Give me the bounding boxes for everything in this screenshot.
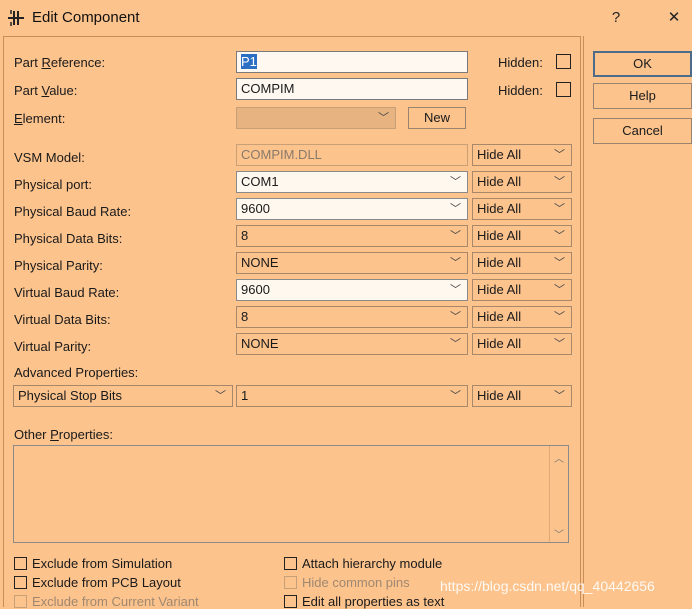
physical-port-hide-select[interactable]: Hide All ﹀	[472, 171, 572, 193]
exclude-pcb-checkbox[interactable]	[14, 576, 27, 589]
chevron-down-icon: ﹀	[554, 230, 565, 242]
chevron-down-icon: ﹀	[215, 390, 226, 402]
vsm-model-hide-select[interactable]: Hide All ﹀	[472, 144, 572, 166]
hide-common-pins-label: Hide common pins	[302, 575, 410, 590]
virtual-baud-rate-select[interactable]: 9600 ﹀	[236, 279, 468, 301]
physical-parity-hide-select[interactable]: Hide All ﹀	[472, 252, 572, 274]
part-reference-label: Part Reference:	[14, 55, 106, 70]
physical-baud-rate-label: Physical Baud Rate:	[14, 204, 132, 219]
part-value-hidden-label: Hidden:	[498, 83, 543, 98]
physical-parity-label: Physical Parity:	[14, 258, 103, 273]
virtual-data-bits-select[interactable]: 8 ﹀	[236, 306, 468, 328]
part-value-input[interactable]: COMPIM	[236, 78, 468, 100]
chevron-down-icon: ﹀	[554, 390, 565, 402]
chevron-down-icon: ﹀	[450, 390, 461, 402]
component-icon	[8, 10, 24, 26]
attach-hierarchy-label: Attach hierarchy module	[302, 556, 443, 571]
virtual-baud-rate-label: Virtual Baud Rate:	[14, 285, 120, 300]
chevron-down-icon: ﹀	[554, 176, 565, 188]
help-icon[interactable]: ?	[602, 6, 630, 30]
part-reference-hidden-checkbox[interactable]	[556, 54, 571, 69]
virtual-data-bits-label: Virtual Data Bits:	[14, 312, 111, 327]
chevron-down-icon: ﹀	[450, 230, 461, 242]
virtual-baud-rate-hide-select[interactable]: Hide All ﹀	[472, 279, 572, 301]
scroll-down-icon[interactable]: ﹀	[554, 526, 564, 541]
physical-data-bits-label: Physical Data Bits:	[14, 231, 123, 246]
chevron-down-icon: ﹀	[554, 149, 565, 161]
hide-common-pins-checkbox	[284, 576, 297, 589]
chevron-down-icon: ﹀	[554, 311, 565, 323]
advanced-property-select[interactable]: Physical Stop Bits ﹀	[13, 385, 233, 407]
physical-baud-rate-hide-select[interactable]: Hide All ﹀	[472, 198, 572, 220]
help-button[interactable]: Help	[593, 83, 692, 109]
physical-parity-select[interactable]: NONE ﹀	[236, 252, 468, 274]
exclude-simulation-checkbox[interactable]	[14, 557, 27, 570]
chevron-down-icon: ﹀	[378, 112, 389, 124]
chevron-down-icon: ﹀	[554, 257, 565, 269]
edit-as-text-checkbox[interactable]	[284, 595, 297, 608]
ok-button[interactable]: OK	[593, 51, 692, 77]
virtual-parity-label: Virtual Parity:	[14, 339, 92, 354]
part-value-label: Part Value:	[14, 83, 78, 98]
exclude-simulation-label: Exclude from Simulation	[32, 556, 173, 571]
virtual-parity-select[interactable]: NONE ﹀	[236, 333, 468, 355]
exclude-pcb-label: Exclude from PCB Layout	[32, 575, 181, 590]
cancel-button[interactable]: Cancel	[593, 118, 692, 144]
scroll-up-icon[interactable]: ︿	[554, 450, 564, 465]
new-element-button[interactable]: New	[408, 107, 466, 129]
watermark-text: https://blog.csdn.net/qq_40442656	[440, 578, 655, 594]
chevron-down-icon: ﹀	[450, 311, 461, 323]
chevron-down-icon: ﹀	[554, 203, 565, 215]
title-bar: Edit Component ? ✕	[0, 0, 692, 36]
window-title: Edit Component	[32, 9, 140, 26]
chevron-down-icon: ﹀	[450, 257, 461, 269]
attach-hierarchy-checkbox[interactable]	[284, 557, 297, 570]
other-properties-textarea[interactable]: ︿ ﹀	[13, 445, 569, 543]
advanced-value-select[interactable]: 1 ﹀	[236, 385, 468, 407]
physical-data-bits-select[interactable]: 8 ﹀	[236, 225, 468, 247]
part-reference-input[interactable]: P1	[236, 51, 468, 73]
chevron-down-icon: ﹀	[450, 284, 461, 296]
other-properties-label: Other Properties:	[14, 427, 113, 442]
vsm-model-label: VSM Model:	[14, 150, 85, 165]
chevron-down-icon: ﹀	[450, 203, 461, 215]
physical-port-label: Physical port:	[14, 177, 93, 192]
chevron-down-icon: ﹀	[554, 338, 565, 350]
physical-port-select[interactable]: COM1 ﹀	[236, 171, 468, 193]
part-reference-hidden-label: Hidden:	[498, 55, 543, 70]
advanced-properties-label: Advanced Properties:	[14, 365, 139, 380]
advanced-hide-select[interactable]: Hide All ﹀	[472, 385, 572, 407]
chevron-down-icon: ﹀	[450, 338, 461, 350]
element-label: Element:	[14, 111, 66, 126]
exclude-variant-checkbox	[14, 595, 27, 608]
physical-baud-rate-select[interactable]: 9600 ﹀	[236, 198, 468, 220]
part-value-hidden-checkbox[interactable]	[556, 82, 571, 97]
virtual-data-bits-hide-select[interactable]: Hide All ﹀	[472, 306, 572, 328]
vsm-model-field: COMPIM.DLL	[236, 144, 468, 166]
chevron-down-icon: ﹀	[554, 284, 565, 296]
chevron-down-icon: ﹀	[450, 176, 461, 188]
close-icon[interactable]: ✕	[660, 6, 688, 30]
virtual-parity-hide-select[interactable]: Hide All ﹀	[472, 333, 572, 355]
physical-data-bits-hide-select[interactable]: Hide All ﹀	[472, 225, 572, 247]
vertical-scrollbar[interactable]: ︿ ﹀	[549, 446, 568, 542]
element-select[interactable]: ﹀	[236, 107, 396, 129]
panel-divider	[583, 36, 584, 607]
